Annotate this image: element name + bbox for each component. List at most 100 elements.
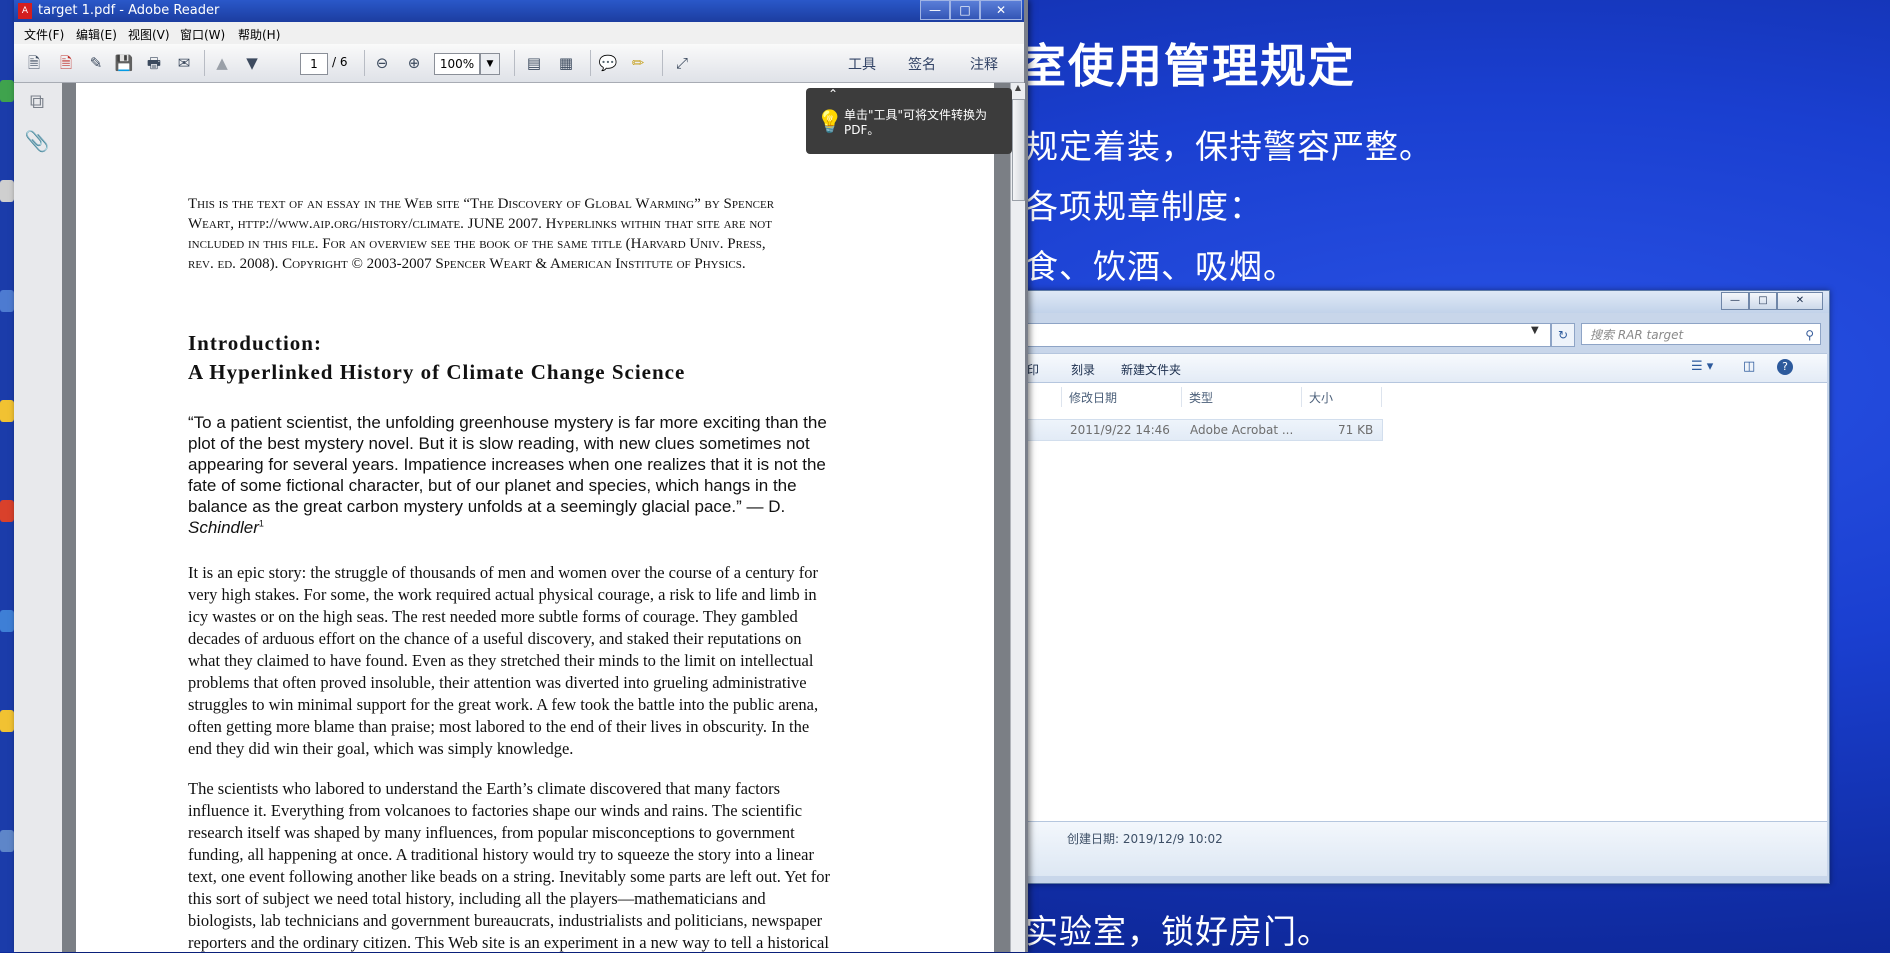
close-button[interactable]: ✕ <box>1777 292 1823 310</box>
explorer-titlebar[interactable]: — □ ✕ <box>1021 291 1829 313</box>
menu-file[interactable]: 文件(F) <box>24 26 64 43</box>
new-folder-button[interactable]: 新建文件夹 <box>1121 361 1181 378</box>
desktop-app-icon[interactable] <box>0 710 14 732</box>
zoom-level-input[interactable]: 100% <box>434 53 480 75</box>
menu-window[interactable]: 窗口(W) <box>180 26 225 43</box>
details-pane: 创建日期: 2019/12/9 10:02 <box>1021 821 1827 876</box>
paragraph-line: very high stakes. For some, the work req… <box>188 585 817 604</box>
desktop-app-icon[interactable] <box>0 610 14 632</box>
zoom-in-icon[interactable]: ⊕ <box>402 52 426 74</box>
menu-view[interactable]: 视图(V) <box>128 26 170 43</box>
column-header-size[interactable]: 大小 <box>1309 389 1333 406</box>
comment-tab[interactable]: 注释 <box>970 54 998 74</box>
paragraph-line: often getting more blame than praise; mo… <box>188 717 810 736</box>
maximize-button[interactable]: □ <box>1749 292 1777 310</box>
attachments-icon[interactable]: 📎 <box>24 129 50 155</box>
paragraph-line: icy wastes or on the high seas. The rest… <box>188 607 798 626</box>
fit-width-icon[interactable]: ▦ <box>554 52 578 74</box>
explorer-window: — □ ✕ ▼ ↻ 搜索 RAR target ⚲ 印 刻录 新建文件夹 ☰ ▾… <box>1020 290 1830 884</box>
help-icon[interactable]: ? <box>1777 359 1793 375</box>
read-mode-icon[interactable]: ⤢ <box>670 52 694 74</box>
toolbar-divider <box>364 50 365 76</box>
tooltip-text: 单击"工具"可将文件转换为 PDF。 <box>844 108 988 137</box>
create-pdf-icon[interactable]: 🗎 <box>22 52 46 74</box>
footnote-marker[interactable]: 1 <box>259 518 264 528</box>
column-header-date[interactable]: 修改日期 <box>1069 389 1117 406</box>
quote-line: “To a patient scientist, the unfolding g… <box>188 413 827 432</box>
reader-window: A target 1.pdf - Adobe Reader — □ ✕ 文件(F… <box>14 0 1028 952</box>
export-pdf-icon[interactable]: 🗎 <box>54 52 78 74</box>
minimize-button[interactable]: — <box>1721 292 1749 310</box>
burn-button[interactable]: 刻录 <box>1071 361 1095 378</box>
chevron-down-icon[interactable]: ▼ <box>480 53 500 75</box>
toolbar-divider <box>514 50 515 76</box>
column-divider[interactable] <box>1061 387 1062 407</box>
header-line: Weart, http://www.aip.org/history/climat… <box>188 216 772 232</box>
quote-line: plot of the best mystery novel. But it i… <box>188 434 810 453</box>
column-divider[interactable] <box>1301 387 1302 407</box>
tools-tooltip[interactable]: ⌃ 💡 单击"工具"可将文件转换为 PDF。 <box>806 87 1012 154</box>
paragraph-line: problems that often proved insoluble, th… <box>188 673 807 692</box>
page-number-input[interactable]: 1 <box>300 53 328 75</box>
file-row[interactable]: 2011/9/22 14:46 Adobe Acrobat ... 71 KB <box>1021 419 1383 441</box>
file-date: 2011/9/22 14:46 <box>1070 423 1170 437</box>
fit-page-icon[interactable]: ▤ <box>522 52 546 74</box>
sign-tab[interactable]: 签名 <box>908 54 936 74</box>
highlight-icon[interactable]: ✏ <box>626 52 650 74</box>
paragraph-line: reporters and the ordinary citizen. This… <box>188 933 829 952</box>
column-divider[interactable] <box>1381 387 1382 407</box>
desktop-app-icon[interactable] <box>0 180 14 202</box>
quote-attribution: Schindler1 <box>188 518 264 537</box>
refresh-icon[interactable]: ↻ <box>1551 323 1575 347</box>
desktop-app-icon[interactable] <box>0 400 14 422</box>
column-header-type[interactable]: 类型 <box>1189 389 1213 406</box>
slide-line: 食、饮酒、吸烟。 <box>1025 247 1297 286</box>
slide-line: 各项规章制度： <box>1025 187 1263 226</box>
quote-line: appearing for several years. Impatience … <box>188 455 826 474</box>
reader-titlebar[interactable]: A target 1.pdf - Adobe Reader — □ ✕ <box>14 0 1024 22</box>
search-input[interactable]: 搜索 RAR target ⚲ <box>1581 323 1821 345</box>
edit-pdf-icon[interactable]: ✎ <box>84 52 108 74</box>
menu-edit[interactable]: 编辑(E) <box>76 26 117 43</box>
column-divider[interactable] <box>1181 387 1182 407</box>
comment-icon[interactable]: 💬 <box>596 52 620 74</box>
quote-line: fate of some fictional character, but of… <box>188 476 797 495</box>
search-icon[interactable]: ⚲ <box>1805 324 1814 346</box>
address-bar[interactable] <box>1021 323 1551 347</box>
window-title: target 1.pdf - Adobe Reader <box>38 3 220 18</box>
zoom-out-icon[interactable]: ⊖ <box>370 52 394 74</box>
minimize-button[interactable]: — <box>920 0 950 20</box>
menu-help[interactable]: 帮助(H) <box>238 26 280 43</box>
slide-title: 室使用管理规定 <box>1020 39 1356 93</box>
scroll-up-icon[interactable]: ▲ <box>1011 83 1025 97</box>
paragraph-line: biologists, lab technicians and governme… <box>188 911 823 930</box>
vertical-scrollbar[interactable]: ▲ <box>1010 83 1025 952</box>
tools-tab[interactable]: 工具 <box>848 54 876 74</box>
paragraph-line: text, one event following another like b… <box>188 867 830 886</box>
maximize-button[interactable]: □ <box>950 0 980 20</box>
explorer-toolbar: 印 刻录 新建文件夹 ☰ ▾ ◫ ? <box>1021 353 1827 383</box>
paragraph-line: influence it. Everything from volcanoes … <box>188 801 803 820</box>
next-page-icon[interactable]: ▼ <box>240 52 264 74</box>
desktop-app-icon[interactable] <box>0 80 14 102</box>
header-line: included in this file. For an overview s… <box>188 236 766 252</box>
pages-panel-icon[interactable]: ⧉ <box>24 89 50 115</box>
save-icon[interactable]: 💾 <box>112 52 136 74</box>
toolbar-divider <box>204 50 205 76</box>
previous-page-icon[interactable]: ▲ <box>210 52 234 74</box>
desktop-app-icon[interactable] <box>0 500 14 522</box>
desktop-app-icon[interactable] <box>0 830 14 852</box>
paragraph-line: struggles to win minimal support for the… <box>188 695 819 714</box>
preview-pane-icon[interactable]: ◫ <box>1743 359 1755 374</box>
scrollbar-thumb[interactable] <box>1012 99 1025 201</box>
email-icon[interactable]: ✉ <box>172 52 196 74</box>
print-icon[interactable]: 🖶 <box>142 52 166 74</box>
close-button[interactable]: ✕ <box>980 0 1022 20</box>
view-options-icon[interactable]: ☰ ▾ <box>1691 359 1713 374</box>
chevron-down-icon[interactable]: ▼ <box>1531 325 1539 336</box>
heading-title: A Hyperlinked History of Climate Change … <box>188 360 686 384</box>
paragraph-line: what they claimed to have found. Even as… <box>188 651 814 670</box>
print-button[interactable]: 印 <box>1027 361 1039 378</box>
desktop-app-icon[interactable] <box>0 290 14 312</box>
document-viewport[interactable]: This is the text of an essay in the Web … <box>62 83 1010 952</box>
